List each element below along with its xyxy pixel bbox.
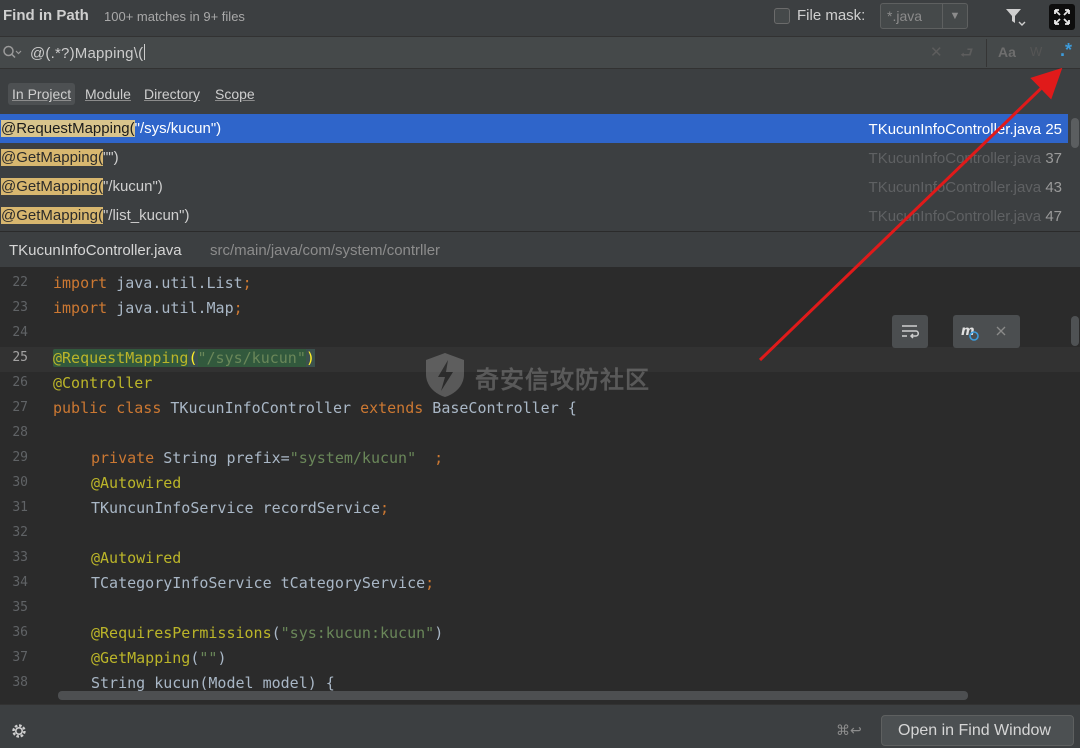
editor-horizontal-scrollbar[interactable] [58, 691, 968, 700]
whole-words-toggle[interactable]: W [1030, 44, 1042, 59]
search-icon[interactable] [2, 44, 22, 62]
code-line: 31 TKuncunInfoService recordService; [12, 499, 390, 517]
file-mask-checkbox[interactable] [774, 8, 790, 24]
code-line: 29 private String prefix="system/kucun" … [12, 449, 444, 467]
filter-icon[interactable] [1004, 6, 1026, 28]
code-line: 34 TCategoryInfoService tCategoryService… [12, 574, 435, 592]
preview-file-name: TKucunInfoController.java [9, 242, 182, 259]
results-list: @RequestMapping("/sys/kucun") TKucunInfo… [0, 114, 1080, 231]
preview-header: TKucunInfoController.java src/main/java/… [0, 231, 1080, 267]
result-location: TKucunInfoController.java 43 [868, 179, 1062, 196]
code-line: 22 import java.util.List; [12, 274, 252, 292]
result-location: TKucunInfoController.java 25 [868, 121, 1062, 138]
open-button-label: Open in Find Window [898, 722, 1051, 739]
open-in-find-window-button[interactable]: Open in Find Window [881, 715, 1074, 746]
expand-button[interactable] [1049, 4, 1075, 30]
preview-file-path: src/main/java/com/system/contrller [210, 242, 441, 259]
chevron-down-icon[interactable]: ▼ [942, 4, 967, 28]
code-line: 35 [12, 600, 28, 615]
watermark: 奇安信攻防社区 [420, 350, 670, 400]
result-text: @GetMapping("/list_kucun") [1, 207, 190, 224]
file-mask-combo[interactable]: *.java ▼ [880, 3, 968, 29]
result-location: TKucunInfoController.java 47 [868, 208, 1062, 225]
dialog-title: Find in Path [3, 7, 89, 24]
watermark-text: 奇安信攻防社区 [475, 367, 650, 394]
search-input[interactable]: @(.*?)Mapping\( [30, 44, 146, 62]
reader-mode-button[interactable]: m [953, 315, 1020, 348]
editor-vertical-scrollbar[interactable] [1071, 316, 1079, 346]
result-text: @GetMapping("") [1, 149, 119, 166]
code-line: 37 @GetMapping("") [12, 649, 227, 667]
tab-directory[interactable]: Directory [144, 86, 200, 102]
tab-in-project[interactable]: In Project [8, 83, 76, 105]
tab-module[interactable]: Module [85, 86, 131, 102]
search-row: @(.*?)Mapping\( ✕ ⮐ Aa W .* [0, 36, 1080, 69]
code-line: 30 @Autowired [12, 474, 182, 492]
code-line: 28 [12, 425, 28, 440]
result-text: @GetMapping("/kucun") [1, 178, 163, 195]
gear-icon[interactable] [9, 721, 29, 741]
shield-logo-icon [426, 353, 464, 397]
code-line: 33 @Autowired [12, 549, 182, 567]
file-mask-value: *.java [887, 8, 923, 24]
results-scrollbar[interactable] [1071, 118, 1079, 148]
result-row[interactable]: @RequestMapping("/sys/kucun") TKucunInfo… [0, 114, 1068, 143]
new-line-icon[interactable]: ⮐ [960, 43, 974, 68]
regex-toggle[interactable]: .* [1060, 40, 1072, 61]
scope-tabs: In Project Module Directory Scope [0, 69, 1080, 114]
shortcut-hint: ⌘↩ [836, 722, 862, 738]
find-header: Find in Path 100+ matches in 9+ files Fi… [0, 0, 1080, 36]
tab-scope[interactable]: Scope [215, 86, 255, 102]
result-row[interactable]: @GetMapping("/list_kucun") TKucunInfoCon… [0, 201, 1068, 230]
clear-icon[interactable]: ✕ [930, 43, 943, 61]
result-row[interactable]: @GetMapping("") TKucunInfoController.jav… [0, 143, 1068, 172]
match-count: 100+ matches in 9+ files [104, 9, 245, 24]
divider [986, 39, 987, 67]
footer: ⌘↩ Open in Find Window [0, 704, 1080, 748]
result-location: TKucunInfoController.java 37 [868, 150, 1062, 167]
match-case-toggle[interactable]: Aa [998, 44, 1016, 60]
soft-wrap-button[interactable] [892, 315, 928, 348]
result-text: @RequestMapping("/sys/kucun") [1, 120, 222, 137]
code-line: 32 [12, 525, 28, 540]
reader-mode-icon: m [961, 324, 1006, 341]
expand-icon [1054, 9, 1070, 25]
code-line: 27 public class TKucunInfoController ext… [12, 399, 577, 417]
file-mask-label: File mask: [797, 7, 866, 24]
code-line: 36 @RequiresPermissions("sys:kucun:kucun… [12, 624, 444, 642]
result-row[interactable]: @GetMapping("/kucun") TKucunInfoControll… [0, 172, 1068, 201]
soft-wrap-icon [902, 325, 919, 339]
